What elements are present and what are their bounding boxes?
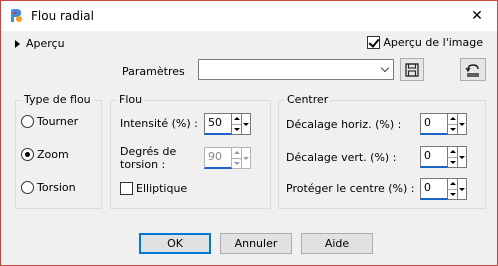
v-offset-label: Décalage vert. (%) : xyxy=(286,151,397,164)
torsion-label-line2: torsion : xyxy=(120,158,166,171)
v-offset-spinner[interactable]: 0 xyxy=(420,146,467,168)
h-offset-input[interactable]: 0 xyxy=(420,113,448,135)
presets-label: Paramètres xyxy=(122,65,185,78)
cancel-button[interactable]: Annuler xyxy=(220,233,292,254)
radio-rotate[interactable]: Tourner xyxy=(21,115,78,128)
chevron-down-icon[interactable] xyxy=(458,113,467,135)
blur-type-group: Type de flou Tourner Zoom Torsion xyxy=(15,93,102,209)
up-arrow-icon[interactable] xyxy=(448,147,457,157)
window-title: Flou radial xyxy=(31,9,94,23)
reset-icon xyxy=(465,63,479,77)
close-icon[interactable]: ✕ xyxy=(467,6,487,26)
h-offset-label: Décalage horiz. (%) : xyxy=(286,118,402,131)
up-arrow-icon[interactable] xyxy=(232,148,241,158)
chevron-down-icon[interactable] xyxy=(242,113,251,135)
help-button[interactable]: Aide xyxy=(301,233,373,254)
blur-type-title: Type de flou xyxy=(22,93,93,106)
h-offset-stepper[interactable] xyxy=(448,113,458,135)
elliptic-label: Elliptique xyxy=(136,182,188,195)
checkbox-box[interactable] xyxy=(367,36,381,49)
intensity-stepper[interactable] xyxy=(232,113,242,135)
save-icon xyxy=(405,62,419,77)
torsion-label-line1: Degrés de xyxy=(120,145,177,158)
intensity-spinner[interactable]: 50 xyxy=(204,113,251,135)
protect-center-input[interactable]: 0 xyxy=(420,178,448,200)
torsion-stepper[interactable] xyxy=(232,147,242,169)
checkbox-box[interactable] xyxy=(120,182,133,195)
image-preview-checkbox[interactable]: Aperçu de l'image xyxy=(367,36,483,49)
chevron-down-icon[interactable] xyxy=(458,178,467,200)
down-arrow-icon[interactable] xyxy=(232,123,241,135)
paintshop-app-icon xyxy=(11,9,22,22)
radio-button[interactable] xyxy=(21,148,34,161)
up-arrow-icon[interactable] xyxy=(448,179,457,189)
reset-defaults-button[interactable] xyxy=(460,58,486,81)
radio-button[interactable] xyxy=(21,181,34,194)
chevron-down-icon[interactable] xyxy=(458,146,467,168)
chevron-down-icon[interactable] xyxy=(377,60,393,79)
image-preview-label: Aperçu de l'image xyxy=(383,36,483,49)
torsion-spinner[interactable]: 90 xyxy=(204,147,251,169)
dialog-body: Aperçu Aperçu de l'image Paramètres Type… xyxy=(1,31,497,265)
blur-title: Flou xyxy=(117,93,145,106)
elliptic-checkbox[interactable]: Elliptique xyxy=(120,182,187,195)
down-arrow-icon[interactable] xyxy=(232,157,241,169)
radio-zoom-label: Zoom xyxy=(37,148,69,161)
blur-group: Flou Intensité (%) : 50 Degrés de torsio… xyxy=(110,93,271,209)
chevron-down-icon[interactable] xyxy=(242,147,251,169)
radio-zoom[interactable]: Zoom xyxy=(21,148,69,161)
presets-dropdown[interactable] xyxy=(198,59,394,80)
radio-torsion[interactable]: Torsion xyxy=(21,181,76,194)
center-title: Centrer xyxy=(285,93,331,106)
down-arrow-icon[interactable] xyxy=(448,123,457,135)
torsion-input[interactable]: 90 xyxy=(204,147,232,169)
title-bar[interactable]: Flou radial ✕ xyxy=(1,1,497,31)
preview-expander[interactable]: Aperçu xyxy=(15,37,65,50)
v-offset-input[interactable]: 0 xyxy=(420,146,448,168)
radio-rotate-label: Tourner xyxy=(37,115,79,128)
down-arrow-icon[interactable] xyxy=(448,188,457,200)
center-group: Centrer Décalage horiz. (%) : 0 Décalage… xyxy=(278,93,486,209)
protect-center-label: Protéger le centre (%) : xyxy=(286,182,415,195)
save-preset-button[interactable] xyxy=(400,58,424,81)
radio-button[interactable] xyxy=(21,115,34,128)
ok-button[interactable]: OK xyxy=(139,233,211,254)
radio-torsion-label: Torsion xyxy=(37,181,76,194)
intensity-input[interactable]: 50 xyxy=(204,113,232,135)
v-offset-stepper[interactable] xyxy=(448,146,458,168)
preview-expander-label: Aperçu xyxy=(26,37,65,50)
down-arrow-icon[interactable] xyxy=(448,156,457,168)
protect-center-spinner[interactable]: 0 xyxy=(420,178,467,200)
expand-arrow-icon xyxy=(15,39,20,48)
intensity-label: Intensité (%) : xyxy=(120,117,198,130)
h-offset-spinner[interactable]: 0 xyxy=(420,113,467,135)
up-arrow-icon[interactable] xyxy=(448,114,457,124)
protect-center-stepper[interactable] xyxy=(448,178,458,200)
up-arrow-icon[interactable] xyxy=(232,114,241,124)
